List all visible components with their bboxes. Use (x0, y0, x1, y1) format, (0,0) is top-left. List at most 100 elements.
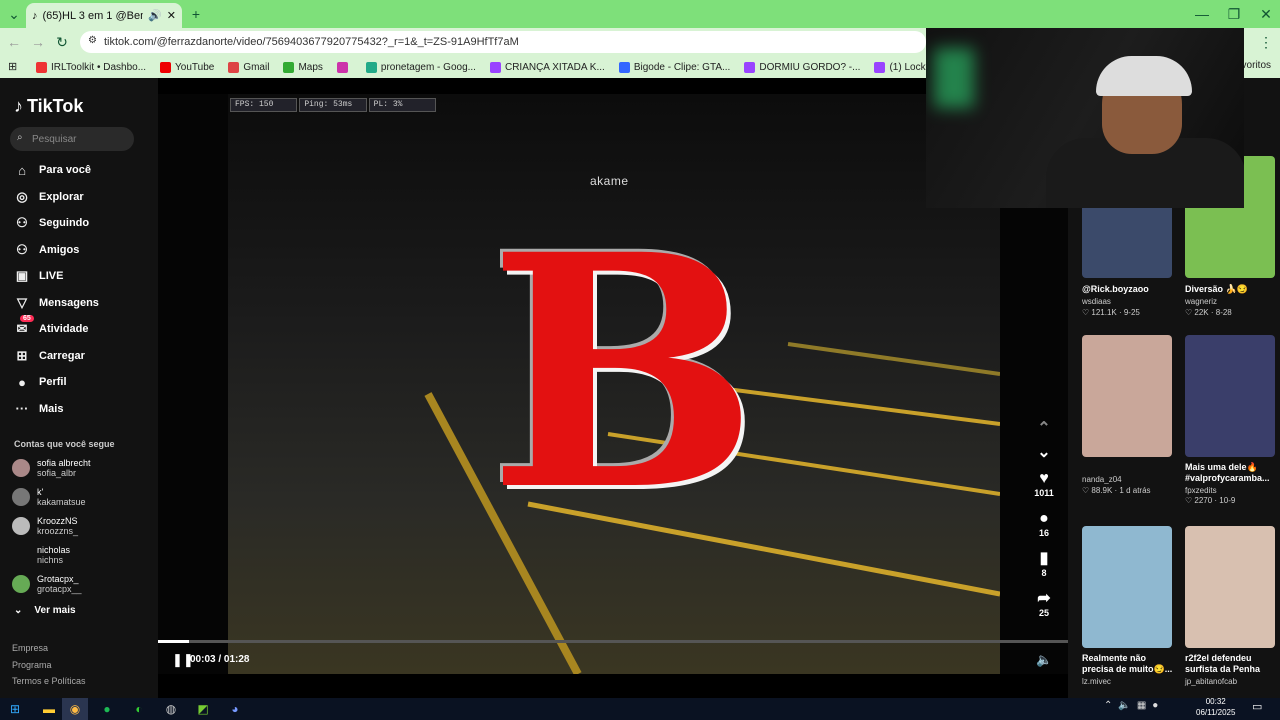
volume-icon[interactable]: 🔈 (1036, 652, 1052, 668)
followed-account[interactable]: sofia albrecht sofia_albr (12, 458, 91, 478)
start-icon[interactable]: ⊞ (2, 698, 28, 720)
video-author[interactable]: nanda_z04 (1082, 475, 1178, 485)
fps-hud: FPS: 150 Ping: 53ms PL: 3% (230, 98, 436, 112)
nav-item-friends[interactable]: ⚇ Amigos (14, 242, 79, 258)
nav-label: Atividade (39, 323, 89, 335)
nav-item-compass[interactable]: ◎ Explorar (14, 188, 83, 205)
comment-icon: ● (1039, 510, 1049, 527)
see-more-button[interactable]: ⌄ Ver mais (14, 605, 76, 616)
footer-program-link[interactable]: Programa (12, 660, 52, 670)
bookmark-item[interactable]: DORMIU GORDO? -... (744, 61, 860, 73)
nav-item-profile[interactable]: ● Perfil (14, 374, 66, 390)
file-explorer-icon[interactable]: ▬ (36, 698, 62, 720)
chevron-down-icon: ⌄ (14, 605, 23, 616)
nav-item-home[interactable]: ⌂ Para você (14, 162, 91, 178)
video-author[interactable]: wsdiaas (1082, 297, 1178, 307)
footer-company-link[interactable]: Empresa (12, 643, 48, 653)
bookmark-item[interactable]: pronetagem - Goog... (365, 61, 476, 73)
network-icon[interactable]: ▦ (1137, 700, 1146, 711)
compass-icon: ◎ (16, 188, 28, 204)
bookmark-item[interactable]: CRIANÇA XITADA K... (489, 61, 605, 73)
progress-track[interactable] (158, 640, 1068, 643)
bookmark-item[interactable] (336, 61, 352, 73)
share-count: 25 (1038, 608, 1049, 618)
following-icon: ⚇ (16, 215, 28, 230)
bookmark-label: Gmail (243, 61, 270, 73)
close-tab-icon[interactable]: ✕ (167, 9, 176, 22)
browser-tab-active[interactable]: ♪ (65)HL 3 em 1 @BemDoSul 🔊 ✕ (26, 3, 182, 28)
bookmark-item[interactable]: IRLToolkit • Dashbo... (36, 61, 146, 73)
site-info-icon[interactable]: ⚙ (88, 35, 97, 46)
video-thumbnail[interactable] (1082, 526, 1172, 648)
clock-time: 00:32 (1205, 697, 1226, 706)
followed-account[interactable]: k' kakamatsue (12, 487, 86, 507)
back-icon[interactable]: ← (2, 30, 26, 54)
search-input[interactable]: ⌕ Pesquisar (10, 127, 134, 151)
share-button[interactable]: ➦ 25 (1030, 590, 1058, 618)
comment-button[interactable]: ● 16 (1030, 510, 1058, 538)
new-tab-button[interactable]: + (184, 2, 208, 26)
search-placeholder: Pesquisar (32, 133, 77, 145)
spotify-icon[interactable]: ● (94, 698, 120, 720)
video-thumbnail[interactable] (1082, 335, 1172, 457)
video-stats: ♡ 121.1K · 9-25 (1082, 308, 1140, 317)
reload-icon[interactable]: ↻ (50, 30, 74, 54)
bookmark-label: CRIANÇA XITADA K... (504, 61, 605, 73)
video-thumbnail[interactable] (1185, 335, 1275, 457)
nav-item-activity[interactable]: ✉ 65 Atividade (14, 315, 89, 337)
video-author[interactable]: lz.mivec (1082, 677, 1178, 687)
mic-icon[interactable]: ● (1152, 700, 1158, 711)
nav-item-live[interactable]: ▣ LIVE (14, 268, 64, 284)
video-title[interactable]: Mais uma dele🔥 #valprofycaramba... (1185, 462, 1280, 484)
taskbar-clock[interactable]: 00:32 06/11/2025 (1196, 696, 1235, 718)
nav-item-upload[interactable]: ⊞ Carregar (14, 348, 85, 364)
bookmark-item[interactable]: Bigode - Clipe: GTA... (618, 61, 730, 73)
system-tray[interactable]: ⌃ 🔈 ▦ ● (1104, 700, 1158, 711)
video-thumbnail[interactable] (1185, 526, 1275, 648)
video-author[interactable]: fpxzedits (1185, 486, 1280, 496)
speaker-icon[interactable]: 🔊 (148, 9, 162, 22)
bookmark-item[interactable]: Maps (283, 61, 323, 73)
url-text: tiktok.com/@ferrazdanorte/video/75694036… (104, 36, 519, 48)
forward-icon[interactable]: → (26, 30, 50, 54)
chrome-icon[interactable]: ◉ (62, 698, 88, 720)
url-field[interactable]: ⚙ tiktok.com/@ferrazdanorte/video/756940… (80, 31, 926, 53)
nav-item-more[interactable]: ··· Mais (14, 401, 64, 417)
previous-video-icon[interactable]: ⌃ (1030, 420, 1058, 438)
footer-terms-link[interactable]: Termos e Políticas (12, 676, 86, 686)
video-title[interactable]: r2f2el defendeu surfista da Penha (1185, 653, 1280, 675)
nav-label: Amigos (39, 243, 80, 256)
app-icon[interactable]: ◐ (126, 698, 152, 720)
bookmark-label: pronetagem - Goog... (380, 61, 476, 73)
followed-account[interactable]: KroozzNS kroozzns_ (12, 516, 78, 536)
close-window-icon[interactable]: ✕ (1254, 2, 1278, 26)
video-title[interactable]: Diversão 🍌😏 (1185, 284, 1280, 295)
video-author[interactable]: wagneriz (1185, 297, 1280, 307)
video-author[interactable]: jp_abitanofcab (1185, 677, 1280, 687)
nav-label: Seguindo (39, 217, 90, 229)
obs-icon[interactable]: ◍ (158, 698, 184, 720)
discord-icon[interactable]: ◕ (222, 698, 248, 720)
apps-icon[interactable]: ⊞ (8, 60, 17, 73)
nvidia-icon[interactable]: ◩ (190, 698, 216, 720)
audio-icon[interactable]: 🔈 (1118, 700, 1130, 711)
followed-account[interactable]: Grotacpx_ grotacpx__ (12, 574, 82, 594)
tab-search-icon[interactable]: ⌄ (2, 2, 26, 26)
chevron-up-icon[interactable]: ⌃ (1104, 700, 1112, 711)
video-title[interactable]: @Rick.boyzaoo (1082, 284, 1178, 295)
bookmark-item[interactable]: Gmail (228, 61, 270, 73)
nav-item-following[interactable]: ⚇ Seguindo (14, 215, 89, 231)
save-button[interactable]: ▮ 8 (1030, 550, 1058, 578)
notifications-icon[interactable]: ▭ (1252, 700, 1262, 713)
bookmark-item[interactable]: YouTube (160, 61, 214, 73)
tiktok-logo[interactable]: ♪ TikTok (14, 96, 83, 117)
minimize-icon[interactable]: — (1190, 2, 1214, 26)
bookmark-favicon-icon (283, 61, 295, 73)
like-button[interactable]: ♥ 1011 (1030, 470, 1058, 498)
browser-menu-icon[interactable]: ⋮ (1254, 30, 1278, 54)
video-title[interactable]: Realmente não precisa de muito😏... (1082, 653, 1178, 675)
next-video-icon[interactable]: ⌄ (1030, 444, 1058, 462)
followed-account[interactable]: nicholas nichns (12, 545, 70, 565)
restore-icon[interactable]: ❐ (1222, 2, 1246, 26)
nav-item-messages[interactable]: ▽ Mensagens (14, 295, 99, 311)
